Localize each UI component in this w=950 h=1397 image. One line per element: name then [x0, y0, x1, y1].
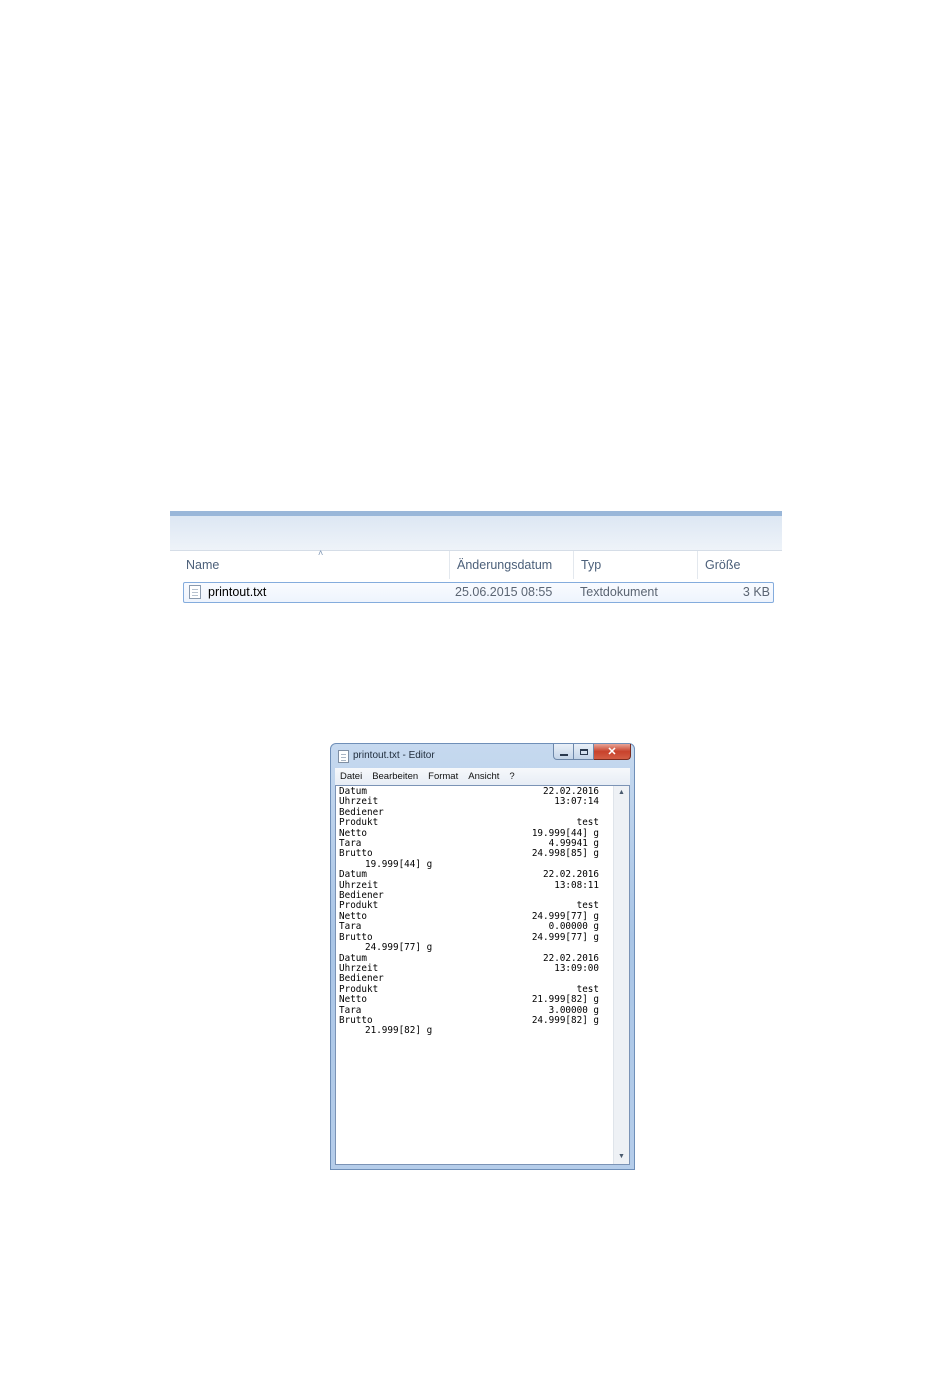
text-content[interactable]: Datum 22.02.2016 Uhrzeit 13:07:14 Bediener Pr…: [339, 786, 599, 1157]
menu-datei[interactable]: Datei: [335, 768, 367, 785]
menu-help[interactable]: ?: [504, 768, 519, 785]
file-modified: 25.06.2015 08:55: [455, 585, 553, 599]
field-value: 13:09:00: [554, 962, 599, 974]
field-label: Netto: [339, 994, 367, 1006]
window-title: printout.txt - Editor: [353, 750, 435, 761]
notepad-window: printout.txt - Editor ✕ Datei Bearbeiten…: [330, 743, 635, 1170]
field-value: 21.999[82] g: [531, 994, 599, 1006]
maximize-button[interactable]: [574, 744, 594, 760]
field-value: 13:07:14: [554, 796, 599, 808]
total-value: 24.999[77] g: [365, 942, 433, 954]
file-row[interactable]: printout.txt 25.06.2015 08:55 Textdokume…: [183, 582, 774, 603]
file-explorer-panel: ˄ Name Änderungsdatum Typ Größe printout…: [170, 511, 782, 631]
file-name: printout.txt: [208, 585, 267, 599]
column-header-modified[interactable]: Änderungsdatum: [449, 551, 573, 579]
text-file-icon: [189, 585, 201, 599]
explorer-toolbar: [170, 516, 782, 551]
menu-ansicht[interactable]: Ansicht: [463, 768, 504, 785]
sort-ascending-icon: ˄: [318, 548, 324, 558]
file-size: 3 KB: [742, 585, 770, 599]
minimize-button[interactable]: [553, 744, 574, 760]
text-line: 21.999[82] g: [339, 1025, 599, 1037]
field-value: 13:08:11: [554, 879, 599, 891]
menu-format[interactable]: Format: [423, 768, 463, 785]
column-header-name[interactable]: ˄ Name: [179, 548, 449, 579]
menu-bearbeiten[interactable]: Bearbeiten: [367, 768, 423, 785]
text-line: Bediener: [339, 890, 599, 901]
close-button[interactable]: ✕: [594, 744, 631, 760]
minimize-icon: [559, 753, 568, 756]
maximize-icon: [579, 748, 588, 755]
scroll-up-icon[interactable]: ▲: [614, 786, 629, 800]
notepad-icon: [338, 750, 349, 763]
caption-buttons: ✕: [553, 744, 631, 761]
file-type: Textdokument: [580, 585, 658, 599]
menu-bar: Datei Bearbeiten Format Ansicht ?: [335, 768, 630, 785]
text-line: 24.999[77] g: [339, 942, 599, 954]
close-icon: ✕: [607, 746, 617, 758]
field-value: 24.999[82] g: [531, 1014, 599, 1026]
total-value: 19.999[44] g: [365, 858, 433, 870]
text-editor[interactable]: Datum 22.02.2016 Uhrzeit 13:07:14 Bediener Pr…: [335, 785, 630, 1165]
field-value: 24.998[85] g: [531, 848, 599, 860]
text-line: Bediener: [339, 807, 599, 818]
text-line: Netto 21.999[82] g: [339, 994, 599, 1006]
vertical-scrollbar[interactable]: ▲ ▼: [613, 786, 629, 1164]
total-value: 21.999[82] g: [365, 1025, 433, 1037]
scroll-down-icon[interactable]: ▼: [614, 1150, 629, 1164]
column-header-size[interactable]: Größe: [697, 551, 777, 579]
file-list: printout.txt 25.06.2015 08:55 Textdokume…: [170, 579, 782, 631]
column-header-type[interactable]: Typ: [573, 551, 697, 579]
column-header-row: ˄ Name Änderungsdatum Typ Größe: [170, 548, 782, 579]
text-line: Bediener: [339, 973, 599, 984]
field-value: 24.999[77] g: [531, 931, 599, 943]
